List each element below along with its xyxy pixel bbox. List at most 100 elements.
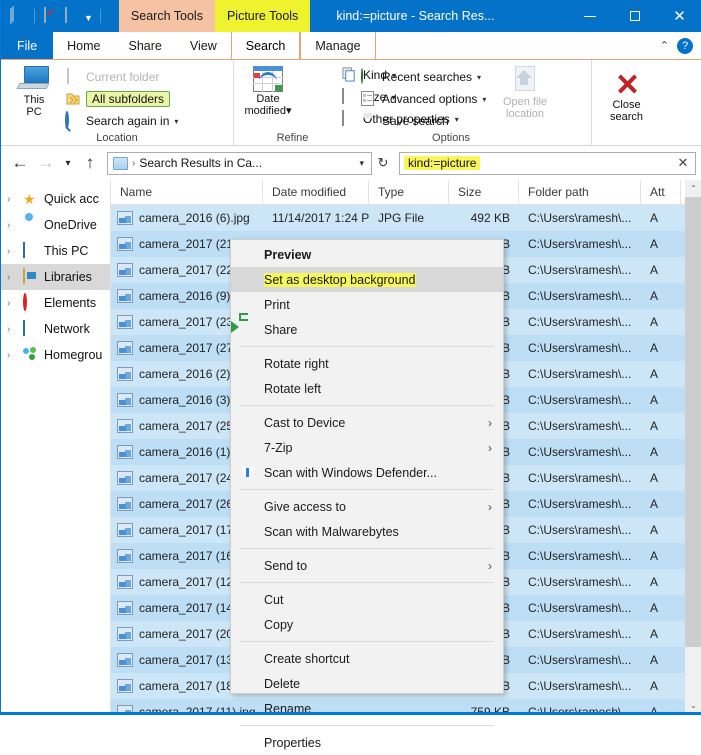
column-header-att[interactable]: Att bbox=[641, 179, 681, 205]
menu-item-scan-with-malwarebytes[interactable]: Scan with Malwarebytes bbox=[231, 519, 503, 544]
back-button[interactable]: ← bbox=[7, 150, 33, 176]
submenu-arrow-icon: › bbox=[488, 440, 492, 455]
advanced-options-caret-icon[interactable]: ▾ bbox=[482, 95, 486, 104]
save-search-button[interactable]: Save search bbox=[357, 110, 497, 132]
up-button[interactable]: ↑ bbox=[77, 150, 103, 176]
tab-bar-filler bbox=[376, 32, 660, 59]
help-icon[interactable]: ? bbox=[677, 37, 693, 54]
search-again-caret-icon[interactable]: ▾ bbox=[174, 117, 178, 126]
save-search-icon bbox=[361, 113, 377, 129]
menu-item-preview[interactable]: Preview bbox=[231, 242, 503, 267]
clear-search-icon[interactable]: ✕ bbox=[671, 155, 695, 171]
menu-item-7-zip[interactable]: 7-Zip › bbox=[231, 435, 503, 460]
table-row[interactable]: camera_2016 (6).jpg 11/14/2017 1:24 PM JPG… bbox=[111, 205, 685, 231]
menu-item-no-icon bbox=[239, 650, 259, 668]
menu-item-scan-with-windows-defender[interactable]: Scan with Windows Defender... bbox=[231, 460, 503, 485]
recent-searches-button[interactable]: Recent searches ▾ bbox=[357, 66, 497, 88]
chevron-right-icon[interactable]: › bbox=[7, 324, 23, 335]
tab-manage[interactable]: Manage bbox=[300, 32, 376, 59]
window-title: kind:=picture - Search Res... bbox=[336, 9, 495, 23]
scroll-up-button[interactable]: ⌃ bbox=[685, 180, 701, 197]
folder-properties-icon[interactable] bbox=[42, 7, 60, 25]
contextual-tab-search-tools[interactable]: Search Tools bbox=[118, 0, 215, 32]
sidebar-item-label: Homegrou bbox=[44, 348, 103, 362]
menu-item-properties[interactable]: Properties bbox=[231, 730, 503, 755]
context-menu[interactable]: Preview Set as desktop background Print Sha… bbox=[230, 239, 504, 750]
refresh-button[interactable]: ↻ bbox=[372, 155, 394, 171]
menu-item-delete[interactable]: Delete bbox=[231, 671, 503, 696]
recent-searches-caret-icon[interactable]: ▾ bbox=[477, 73, 481, 82]
menu-item-send-to[interactable]: Send to › bbox=[231, 553, 503, 578]
close-button[interactable]: ✕ bbox=[657, 0, 701, 32]
advanced-options-button[interactable]: Advanced options ▾ bbox=[357, 88, 497, 110]
search-input[interactable]: kind:=picture ✕ bbox=[399, 151, 696, 175]
menu-item-create-shortcut[interactable]: Create shortcut bbox=[231, 646, 503, 671]
open-file-location-button[interactable]: Open file location bbox=[497, 64, 553, 120]
chevron-right-icon[interactable]: › bbox=[7, 220, 23, 231]
sidebar-item-libraries[interactable]: › Libraries bbox=[1, 264, 110, 290]
forward-button[interactable]: → bbox=[33, 150, 59, 176]
tab-view[interactable]: View bbox=[176, 32, 231, 59]
column-header-folder-path[interactable]: Folder path bbox=[519, 179, 641, 205]
sidebar-item-homegroup[interactable]: › Homegrou bbox=[1, 342, 110, 368]
window-controls: ✕ bbox=[567, 0, 701, 32]
menu-item-share[interactable]: Share bbox=[231, 312, 503, 342]
contextual-tab-picture-tools[interactable]: Picture Tools bbox=[214, 0, 311, 32]
sidebar-item-elements[interactable]: › Elements bbox=[1, 290, 110, 316]
tab-search[interactable]: Search bbox=[230, 32, 301, 59]
tab-home[interactable]: Home bbox=[53, 32, 114, 59]
chevron-right-icon[interactable]: › bbox=[7, 350, 23, 361]
sidebar-item-onedrive[interactable]: › OneDrive bbox=[1, 212, 110, 238]
kind-button[interactable]: Kind ▾ bbox=[232, 64, 396, 86]
other-properties-button[interactable]: Other properties ▾ bbox=[232, 108, 459, 130]
sidebar-item-this-pc[interactable]: › This PC bbox=[1, 238, 110, 264]
open-file-location-line1: Open file bbox=[502, 96, 548, 108]
scrollbar-thumb[interactable] bbox=[685, 197, 701, 647]
menu-item-cast-to-device[interactable]: Cast to Device › bbox=[231, 410, 503, 435]
this-pc-button[interactable]: This PC bbox=[7, 64, 61, 118]
menu-item-give-access-to[interactable]: Give access to › bbox=[231, 494, 503, 519]
current-folder-button[interactable]: Current folder bbox=[61, 66, 182, 88]
menu-item-copy[interactable]: Copy bbox=[231, 612, 503, 637]
size-button[interactable]: Size ▾ bbox=[232, 86, 395, 108]
menu-item-print[interactable]: Print bbox=[231, 292, 503, 317]
tab-search-label: Search bbox=[245, 38, 286, 53]
collapse-ribbon-icon[interactable]: ⌃ bbox=[660, 39, 669, 52]
file-path-cell: C:\Users\ramesh\... bbox=[528, 653, 632, 667]
new-folder-icon[interactable] bbox=[63, 7, 81, 25]
sidebar-item-network[interactable]: › Network bbox=[1, 316, 110, 342]
address-input[interactable]: › Search Results in Ca... ▾ bbox=[107, 151, 372, 175]
chevron-right-icon[interactable]: › bbox=[7, 246, 23, 257]
file-attributes-cell: A bbox=[650, 341, 659, 355]
search-again-in-button[interactable]: Search again in ▾ bbox=[61, 110, 182, 132]
this-pc-line1: This bbox=[23, 94, 45, 106]
chevron-right-icon[interactable]: › bbox=[7, 194, 23, 205]
chevron-right-icon[interactable]: › bbox=[7, 272, 23, 283]
minimize-button[interactable] bbox=[567, 0, 612, 32]
tab-share[interactable]: Share bbox=[115, 32, 176, 59]
explorer-folders-icon[interactable] bbox=[9, 7, 27, 25]
image-file-icon bbox=[117, 523, 133, 537]
vertical-scrollbar[interactable]: ⌃ ⌄ bbox=[685, 180, 701, 714]
address-dropdown-icon[interactable]: ▾ bbox=[352, 158, 371, 169]
sidebar-item-quick-access[interactable]: › ★ Quick acc bbox=[1, 186, 110, 212]
menu-item-rotate-left[interactable]: Rotate left bbox=[231, 376, 503, 401]
tab-file[interactable]: File bbox=[1, 32, 54, 59]
column-header-date-modified[interactable]: Date modified bbox=[263, 179, 369, 205]
column-header-size[interactable]: Size bbox=[449, 179, 519, 205]
breadcrumb-separator-icon: › bbox=[132, 157, 136, 169]
menu-item-rotate-right[interactable]: Rotate right bbox=[231, 351, 503, 376]
all-subfolders-button[interactable]: All subfolders bbox=[61, 88, 182, 110]
recent-locations-button[interactable]: ▾ bbox=[59, 150, 77, 176]
sidebar-item-label: Network bbox=[44, 322, 90, 336]
customize-caret-icon[interactable]: ▼ bbox=[84, 13, 93, 23]
menu-item-cut[interactable]: Cut bbox=[231, 587, 503, 612]
column-header-type[interactable]: Type bbox=[369, 179, 449, 205]
maximize-button[interactable] bbox=[612, 0, 657, 32]
close-search-button[interactable]: Close search bbox=[596, 64, 658, 123]
menu-item-set-as-desktop-background[interactable]: Set as desktop background bbox=[231, 267, 503, 292]
column-header-name[interactable]: Name bbox=[111, 179, 263, 205]
menu-item-rename[interactable]: Rename bbox=[231, 696, 503, 721]
chevron-right-icon[interactable]: › bbox=[7, 298, 23, 309]
file-path-cell: C:\Users\ramesh\... bbox=[528, 497, 632, 511]
